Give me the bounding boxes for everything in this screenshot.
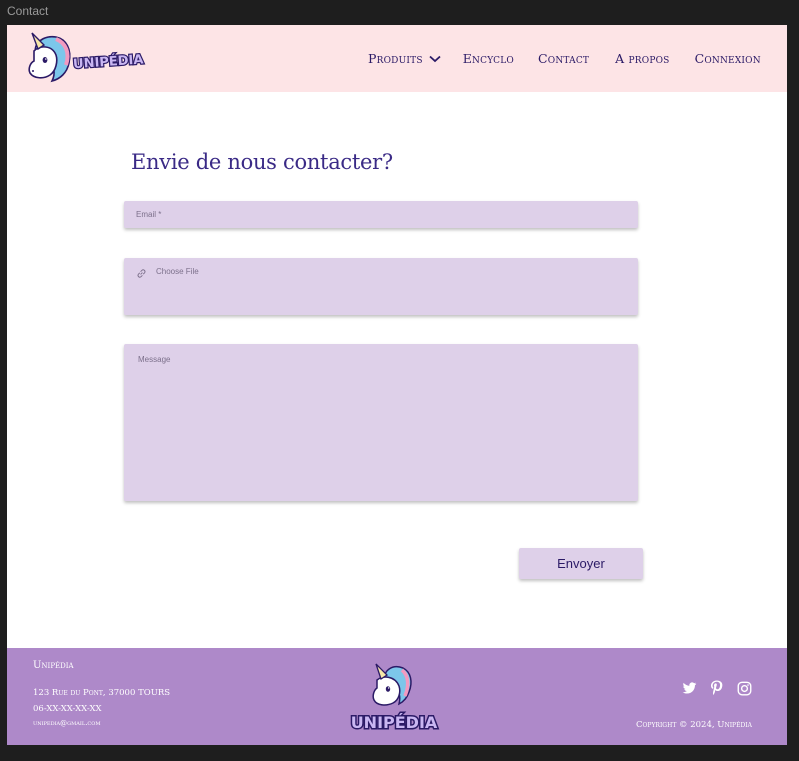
footer-address: 123 Rue du Pont, 37000 TOURS — [33, 688, 171, 698]
footer-logo[interactable]: UNIPÉDIA — [347, 660, 442, 740]
message-placeholder: Message — [138, 355, 171, 364]
unicorn-logo-icon: UNIPÉDIA — [28, 32, 145, 83]
twitter-icon[interactable] — [682, 682, 697, 700]
site-logo[interactable]: UNIPÉDIA — [26, 29, 150, 85]
link-icon — [136, 266, 147, 284]
file-placeholder: Choose File — [156, 267, 199, 276]
nav-connexion[interactable]: Connexion — [695, 51, 761, 66]
nav-encyclo[interactable]: Encyclo — [463, 51, 514, 66]
message-field[interactable]: Message — [124, 344, 638, 501]
site-footer: Unipédia 123 Rue du Pont, 37000 TOURS 06… — [7, 648, 787, 745]
footer-brand: Unipédia — [33, 660, 74, 671]
instagram-icon[interactable] — [737, 681, 752, 701]
nav-produits[interactable]: Produits — [368, 51, 441, 66]
file-upload-field[interactable]: Choose File — [124, 258, 638, 315]
frame-title: Contact — [7, 4, 49, 18]
chevron-down-icon — [429, 51, 441, 66]
footer-email[interactable]: unipedia@gmail.com — [33, 719, 100, 727]
email-placeholder: Email * — [136, 210, 162, 219]
contact-page: UNIPÉDIA Produits Encyclo Contact A prop… — [7, 25, 787, 745]
footer-logo-wordmark: UNIPÉDIA — [351, 713, 438, 732]
logo-wordmark: UNIPÉDIA — [73, 51, 144, 72]
email-field[interactable]: Email * — [124, 201, 638, 228]
send-button[interactable]: Envoyer — [519, 548, 643, 579]
nav-a-propos[interactable]: A propos — [615, 51, 669, 66]
nav-produits-label: Produits — [368, 50, 423, 66]
page-title: Envie de nous contacter? — [131, 150, 393, 174]
main-nav: Produits Encyclo Contact A propos Connex… — [368, 48, 761, 68]
footer-phone: 06-XX-XX-XX-XX — [33, 704, 102, 714]
pinterest-icon[interactable] — [710, 680, 723, 701]
nav-contact[interactable]: Contact — [538, 51, 589, 66]
unicorn-logo-icon: UNIPÉDIA — [349, 663, 439, 734]
site-header: UNIPÉDIA Produits Encyclo Contact A prop… — [7, 25, 787, 92]
footer-copyright: Copyright © 2024, Unipédia — [636, 720, 752, 730]
